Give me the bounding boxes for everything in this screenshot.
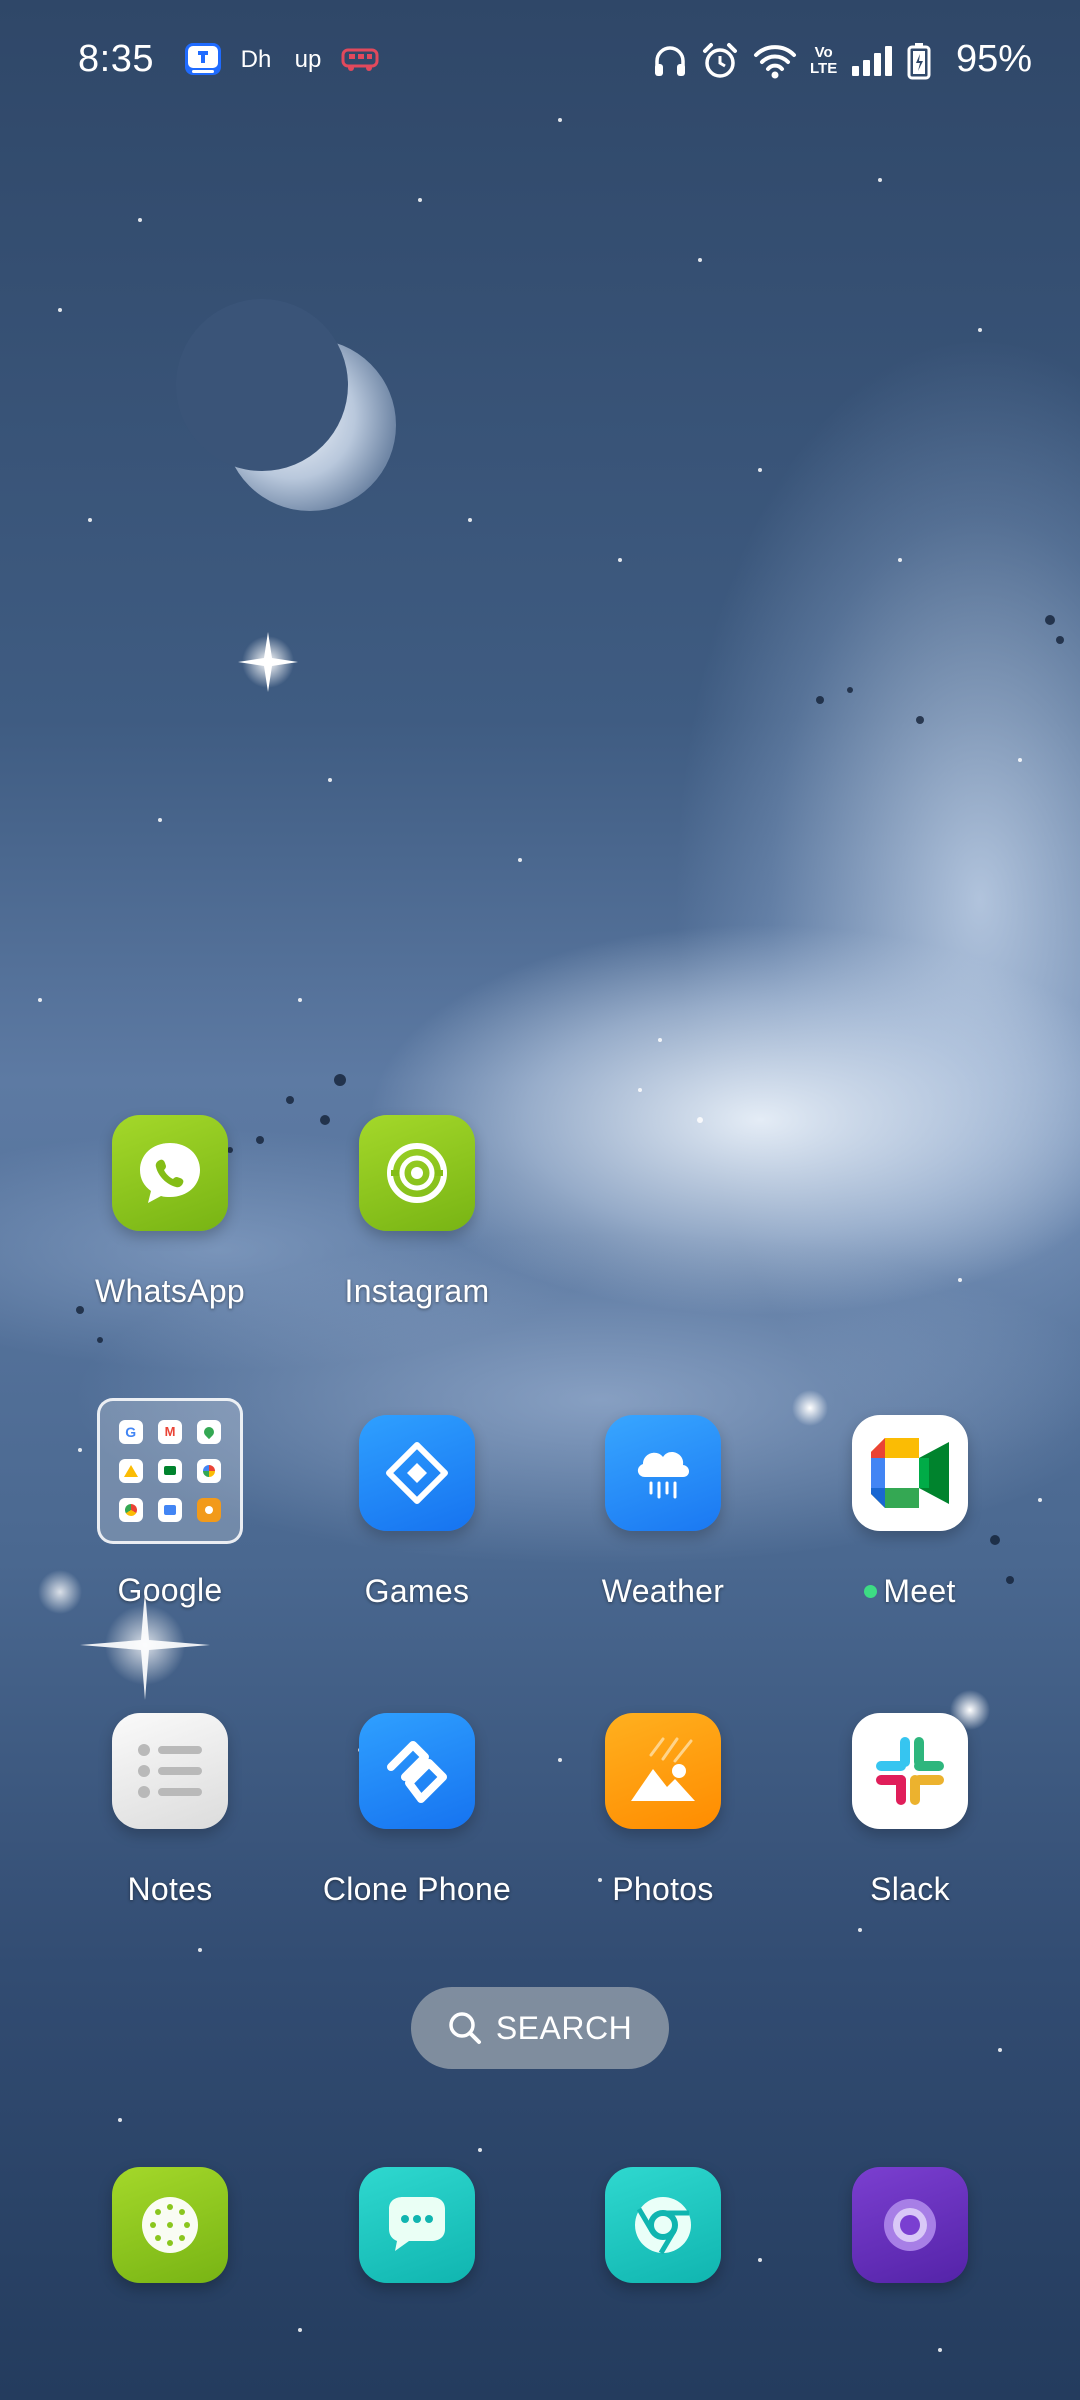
headphones-icon	[652, 42, 688, 80]
app-label-notes: Notes	[127, 1871, 213, 1907]
google-folder-icon: G M	[97, 1398, 243, 1544]
volte-icon: Vo LTE	[810, 42, 837, 80]
clone-phone-icon	[359, 1713, 475, 1829]
app-meet[interactable]: Meet	[790, 1415, 1030, 1610]
app-instagram[interactable]: Instagram	[297, 1115, 537, 1310]
app-photos[interactable]: Photos	[543, 1713, 783, 1908]
files-mini-icon	[157, 1498, 182, 1523]
up-icon: up	[294, 46, 322, 73]
camera-icon[interactable]	[852, 2167, 968, 2283]
status-time: 8:35	[78, 38, 154, 80]
slack-icon	[852, 1713, 968, 1829]
games-icon	[359, 1415, 475, 1531]
dh-icon: Dh	[240, 46, 272, 73]
meet-label-text: Meet	[883, 1573, 956, 1609]
signal-icon	[850, 42, 896, 80]
search-icon	[449, 2012, 481, 2044]
volte-bottom: LTE	[810, 60, 838, 77]
notes-icon	[112, 1713, 228, 1829]
bus-icon	[340, 42, 380, 78]
messages-icon[interactable]	[359, 2167, 475, 2283]
browser-icon[interactable]	[605, 2167, 721, 2283]
folder-google[interactable]: G M Google	[50, 1398, 290, 1609]
whatsapp-icon	[112, 1115, 228, 1231]
gmail-icon: M	[157, 1419, 182, 1444]
weather-icon	[605, 1415, 721, 1531]
app-label-slack: Slack	[870, 1871, 950, 1907]
app-label-instagram: Instagram	[344, 1273, 490, 1309]
alarm-icon	[701, 42, 739, 80]
google-g-icon: G	[118, 1419, 143, 1444]
maps-icon	[197, 1419, 222, 1444]
volte-top: Vo	[814, 44, 833, 61]
chrome-mini-icon	[118, 1498, 143, 1523]
meet-mini-icon	[157, 1458, 182, 1483]
app-weather[interactable]: Weather	[543, 1415, 783, 1610]
contacts-mini-icon	[197, 1498, 222, 1523]
app-slack[interactable]: Slack	[790, 1713, 1030, 1908]
battery-icon	[907, 42, 931, 80]
moon	[176, 299, 396, 511]
new-dot	[864, 1585, 878, 1599]
meet-icon	[852, 1415, 968, 1531]
photos-icon	[605, 1713, 721, 1829]
photos-mini-icon	[197, 1458, 222, 1483]
app-label-photos: Photos	[612, 1871, 714, 1907]
app-label-meet: Meet	[790, 1573, 1030, 1610]
app-label-whatsapp: WhatsApp	[94, 1273, 246, 1309]
battery-percent: 95%	[955, 38, 1032, 80]
app-label-games: Games	[364, 1573, 470, 1609]
phone-dialer-icon[interactable]	[112, 2167, 228, 2283]
app-label-clone-phone: Clone Phone	[322, 1871, 512, 1907]
app-label-google: Google	[117, 1572, 223, 1608]
app-games[interactable]: Games	[297, 1415, 537, 1610]
app-label-weather: Weather	[601, 1573, 725, 1609]
app-notes[interactable]: Notes	[50, 1713, 290, 1908]
app-whatsapp[interactable]: WhatsApp	[50, 1115, 290, 1310]
status-bar: 8:35 Dh up Vo LTE 95%	[0, 0, 1080, 125]
truecaller-icon	[184, 42, 222, 78]
instagram-icon	[359, 1115, 475, 1231]
wifi-icon	[753, 42, 797, 80]
drive-icon	[118, 1458, 143, 1483]
search-label: SEARCH	[495, 2009, 633, 2046]
search-button[interactable]: SEARCH	[411, 1987, 669, 2069]
app-clone-phone[interactable]: Clone Phone	[297, 1713, 537, 1908]
